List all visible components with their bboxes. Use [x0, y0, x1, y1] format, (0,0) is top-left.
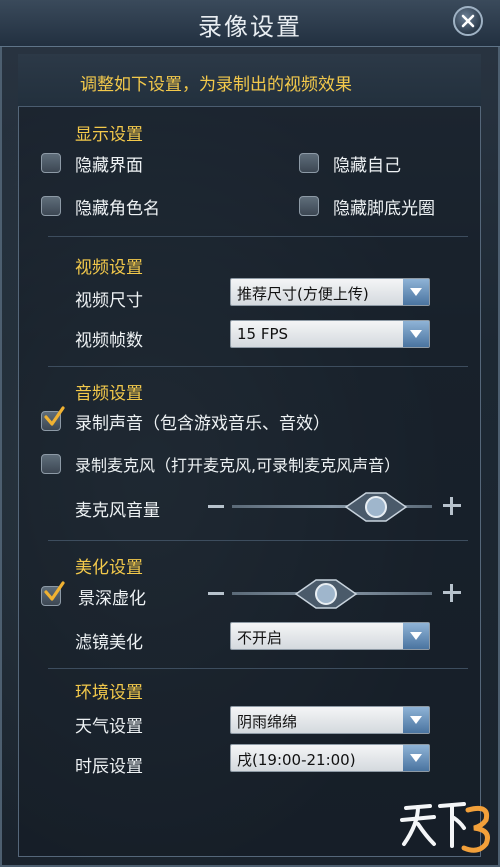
video-fps-label: 视频帧数	[75, 331, 143, 351]
hide-ui-label: 隐藏界面	[75, 156, 143, 176]
filter-value: 不开启	[237, 629, 283, 647]
video-size-select[interactable]: 推荐尺寸(方便上传)	[230, 278, 430, 306]
record-mic-label: 录制麦克风（打开麦克风,可录制麦克风声音）	[75, 456, 401, 475]
filter-select[interactable]: 不开启	[230, 622, 430, 650]
dof-slider-knob[interactable]	[294, 574, 358, 614]
chevron-down-icon	[403, 623, 429, 649]
close-icon	[461, 14, 475, 28]
hide-self-label: 隐藏自己	[333, 156, 401, 176]
divider	[48, 668, 468, 669]
plus-icon[interactable]	[443, 497, 461, 515]
video-section-title: 视频设置	[75, 258, 143, 278]
video-fps-select[interactable]: 15 FPS	[230, 320, 430, 348]
video-size-value: 推荐尺寸(方便上传)	[237, 285, 369, 303]
mic-volume-slider-knob[interactable]	[344, 487, 408, 527]
record-mic-checkbox[interactable]	[41, 454, 61, 474]
record-sound-label: 录制声音（包含游戏音乐、音效）	[75, 414, 330, 434]
environment-section-title: 环境设置	[75, 683, 143, 703]
hint-bar: 调整如下设置，为录制出的视频效果	[18, 54, 481, 107]
chevron-down-icon	[403, 707, 429, 733]
hide-ui-checkbox[interactable]	[41, 153, 61, 173]
video-fps-value: 15 FPS	[237, 325, 289, 343]
hide-self-checkbox[interactable]	[299, 153, 319, 173]
hide-names-label: 隐藏角色名	[75, 199, 160, 219]
display-section-title: 显示设置	[75, 125, 143, 145]
time-value: 戌(19:00-21:00)	[237, 751, 356, 769]
audio-section-title: 音频设置	[75, 384, 143, 404]
checkmark-icon	[44, 581, 65, 601]
time-label: 时辰设置	[75, 757, 143, 777]
minus-icon[interactable]	[208, 505, 224, 508]
time-select[interactable]: 戌(19:00-21:00)	[230, 744, 430, 772]
hint-text: 调整如下设置，为录制出的视频效果	[80, 75, 352, 95]
game-logo	[400, 802, 490, 853]
hide-foot-halo-label: 隐藏脚底光圈	[333, 199, 435, 219]
divider	[48, 366, 468, 367]
record-sound-checkbox[interactable]	[41, 406, 65, 431]
checkmark-icon	[44, 406, 65, 426]
divider	[48, 540, 468, 541]
close-button[interactable]	[453, 6, 483, 36]
weather-select[interactable]: 阴雨绵绵	[230, 706, 430, 734]
hide-names-checkbox[interactable]	[41, 196, 61, 216]
hide-foot-halo-checkbox[interactable]	[299, 196, 319, 216]
dof-checkbox[interactable]	[41, 581, 65, 606]
video-size-label: 视频尺寸	[75, 291, 143, 311]
weather-value: 阴雨绵绵	[237, 713, 298, 731]
chevron-down-icon	[403, 279, 429, 305]
filter-label: 滤镜美化	[75, 633, 143, 653]
plus-icon[interactable]	[443, 584, 461, 602]
minus-icon[interactable]	[208, 592, 224, 595]
chevron-down-icon	[403, 745, 429, 771]
mic-volume-label: 麦克风音量	[75, 501, 160, 521]
divider	[48, 236, 468, 237]
chevron-down-icon	[403, 321, 429, 347]
dof-label: 景深虚化	[78, 589, 146, 609]
window-title: 录像设置	[198, 13, 302, 41]
weather-label: 天气设置	[75, 717, 143, 737]
beauty-section-title: 美化设置	[75, 558, 143, 578]
